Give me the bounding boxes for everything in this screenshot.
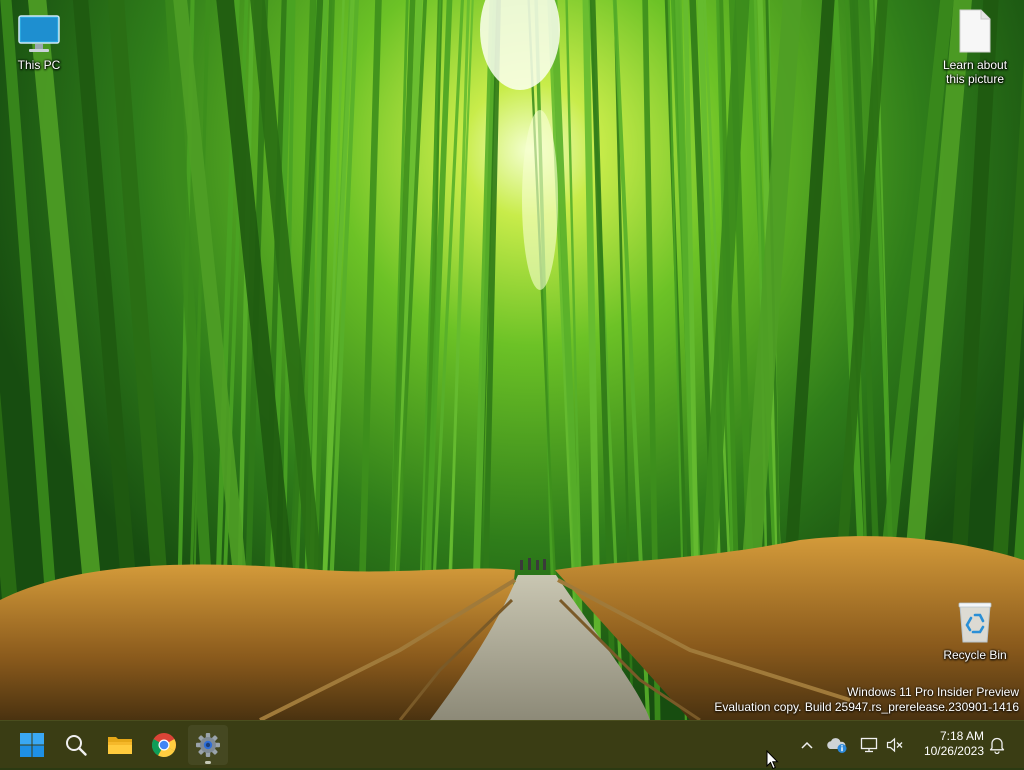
- search-button[interactable]: [56, 725, 96, 765]
- file-explorer-button[interactable]: [100, 725, 140, 765]
- document-icon: [959, 9, 991, 53]
- desktop-icon-this-pc[interactable]: This PC: [1, 6, 77, 72]
- recycle-bin-icon: [958, 602, 992, 643]
- chrome-button[interactable]: [144, 725, 184, 765]
- windows-logo-icon: [20, 733, 44, 757]
- desktop-icon-label: Recycle Bin: [943, 648, 1007, 662]
- bamboo-forest-image: [0, 0, 1024, 720]
- bell-icon: [989, 737, 1005, 754]
- volume-tray-button[interactable]: [882, 731, 908, 759]
- monitor-icon: [18, 15, 60, 52]
- running-indicator: [205, 761, 211, 764]
- evaluation-watermark: Windows 11 Pro Insider Preview Evaluatio…: [714, 685, 1019, 715]
- show-hidden-icons-button[interactable]: [794, 731, 820, 759]
- onedrive-icon: [827, 738, 847, 753]
- folder-icon: [108, 737, 132, 754]
- mouse-cursor-icon: [766, 750, 779, 770]
- desktop-icon-learn-about-picture[interactable]: Learn about this picture: [937, 6, 1013, 86]
- settings-button[interactable]: [188, 725, 228, 765]
- chevron-up-icon: [801, 741, 813, 749]
- desktop-icon-recycle-bin[interactable]: Recycle Bin: [937, 596, 1013, 662]
- search-icon: [66, 735, 87, 756]
- volume-muted-icon: [886, 737, 903, 753]
- start-button[interactable]: [12, 725, 52, 765]
- network-tray-button[interactable]: [856, 731, 882, 759]
- clock-date: 10/26/2023: [923, 744, 984, 758]
- desktop-wallpaper: [0, 0, 1024, 720]
- desktop-icon-label: Learn about this picture: [942, 58, 1008, 86]
- onedrive-tray-button[interactable]: [824, 731, 850, 759]
- watermark-build: Evaluation copy. Build 25947.rs_prerelea…: [714, 700, 1019, 714]
- clock-time: 7:18 AM: [939, 729, 984, 743]
- clock[interactable]: 7:18 AM 10/26/2023: [910, 729, 984, 759]
- desktop-icon-label: This PC: [17, 58, 61, 72]
- network-icon: [860, 737, 878, 753]
- taskbar: 7:18 AM 10/26/2023: [0, 720, 1024, 768]
- chrome-icon: [151, 733, 176, 758]
- watermark-edition: Windows 11 Pro Insider Preview: [847, 685, 1019, 699]
- notifications-button[interactable]: [984, 731, 1010, 759]
- gear-icon: [196, 733, 220, 757]
